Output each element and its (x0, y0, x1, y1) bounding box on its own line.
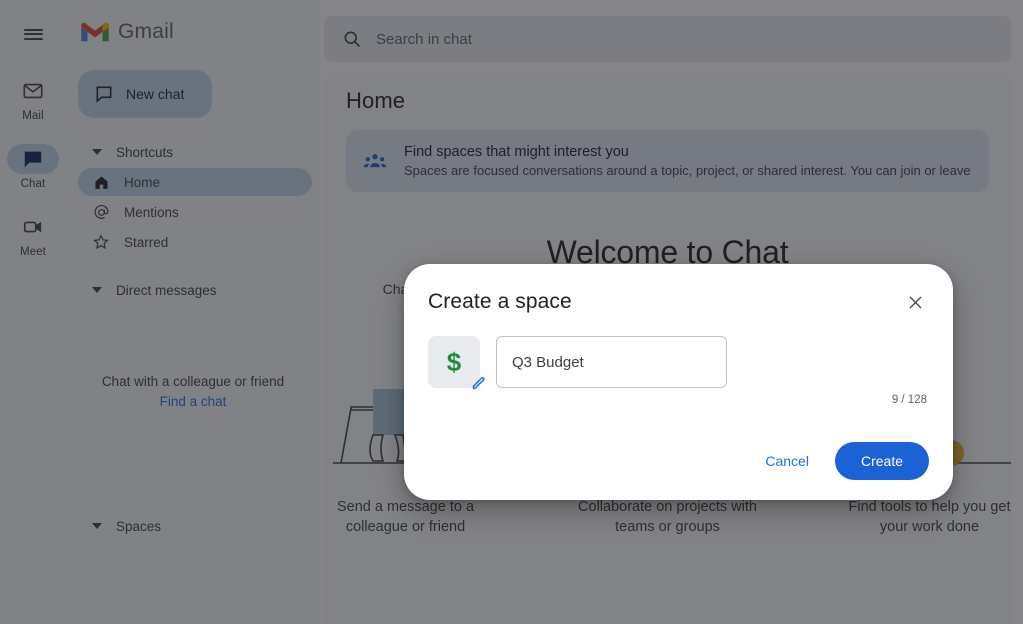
dialog-actions: Cancel Create (749, 442, 929, 480)
space-name-input[interactable] (496, 336, 727, 388)
space-avatar-picker-button[interactable]: $ (428, 336, 480, 388)
create-space-dialog: Create a space $ 9 / 128 (404, 264, 953, 500)
dialog-header: Create a space (428, 288, 929, 316)
create-button[interactable]: Create (835, 442, 929, 480)
close-icon[interactable] (901, 288, 929, 316)
dialog-body: $ 9 / 128 (428, 336, 929, 406)
character-counter: 9 / 128 (496, 394, 929, 406)
app-root: Mail Chat Meet (0, 0, 1023, 624)
cancel-button[interactable]: Cancel (749, 443, 825, 479)
pencil-icon (467, 372, 489, 394)
dialog-title: Create a space (428, 288, 572, 314)
dollar-sign-emoji: $ (447, 349, 461, 375)
